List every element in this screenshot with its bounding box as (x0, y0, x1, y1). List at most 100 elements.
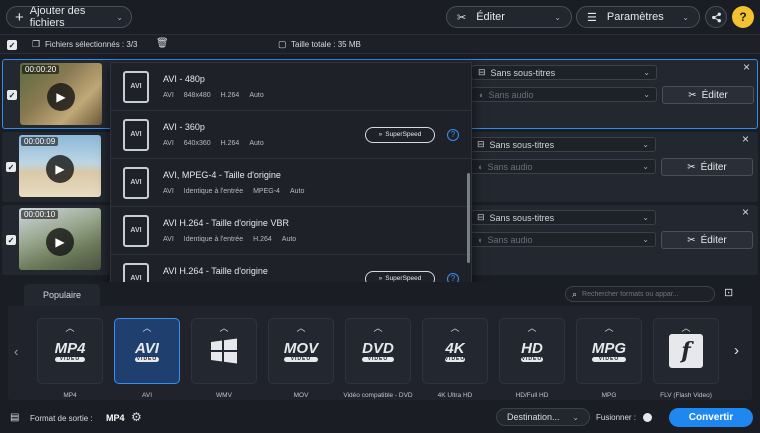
play-icon[interactable]: ▶ (46, 155, 74, 183)
format-tile[interactable]: ︿ DVD VIDEO (345, 318, 411, 384)
edit-toolbar-button[interactable]: ✂ Éditer ⌄ (446, 6, 572, 28)
subtitles-icon: ⊟ (477, 212, 485, 222)
add-format-icon[interactable]: ⊡ (724, 286, 733, 299)
format-tile-avi[interactable]: ︿ AVI VIDEO AVI (112, 318, 182, 399)
preset-title: AVI - 360p (163, 122, 205, 132)
chevron-up-icon[interactable]: ︿ (654, 321, 718, 334)
tab-popular[interactable]: Populaire (24, 284, 100, 306)
edit-file-button[interactable]: ✂ Éditer (662, 86, 754, 104)
video-thumbnail[interactable]: 00:00:10 ▶ (19, 208, 101, 270)
preset-item[interactable]: AVI AVI H.264 - Taille d'origine VBR AVI… (111, 207, 471, 255)
chevron-down-icon: ⌄ (643, 90, 650, 99)
video-file-icon: AVI (123, 70, 149, 103)
chevron-left-icon[interactable]: ‹ (14, 344, 18, 359)
preset-specs: AVI 640x360 H.264 Auto (163, 140, 264, 147)
video-thumbnail[interactable]: 00:00:09 ▶ (19, 135, 101, 197)
format-tile-mpg[interactable]: ︿ MPG VIDEO MPG (574, 318, 644, 399)
chevron-up-icon[interactable]: ︿ (38, 321, 102, 334)
chevron-up-icon[interactable]: ︿ (192, 321, 256, 334)
format-tile-4k-ultra-hd[interactable]: ︿ 4K VIDEO 4K Ultra HD (420, 318, 490, 399)
format-tile[interactable]: ︿ MOV VIDEO (268, 318, 334, 384)
search-field[interactable]: ⌕ (565, 286, 715, 302)
format-tile-flv-flash-video-[interactable]: ︿ f FLV (Flash Video) (651, 318, 721, 399)
preset-item[interactable]: AVI AVI, MPEG-4 - Taille d'origine AVI Id… (111, 159, 471, 207)
chevron-up-icon[interactable]: ︿ (346, 321, 410, 334)
play-icon[interactable]: ▶ (46, 228, 74, 256)
format-tile[interactable]: ︿ MP4 VIDEO (37, 318, 103, 384)
subtitles-select[interactable]: ⊟ Sans sous-titres ⌄ (470, 210, 656, 225)
format-tile-mp4[interactable]: ︿ MP4 VIDEO MP4 (35, 318, 105, 399)
search-icon: ⌕ (572, 288, 578, 299)
superspeed-badge[interactable]: » SuperSpeed (365, 126, 435, 143)
format-tile-hd-full-hd[interactable]: ︿ HD VIDEO HD/Full HD (497, 318, 567, 399)
chevron-right-icon[interactable]: › (734, 342, 739, 359)
format-tile[interactable]: ︿ AVI VIDEO (114, 318, 180, 384)
settings-button[interactable]: ☰ Paramètres ⌄ (576, 6, 700, 28)
audio-select[interactable]: ◖ Sans audio ⌄ (470, 159, 656, 174)
share-button[interactable] (705, 6, 727, 28)
chevron-down-icon: ⌄ (642, 140, 649, 149)
convert-button[interactable]: Convertir (669, 408, 753, 427)
subtitles-select[interactable]: ⊟ Sans sous-titres ⌄ (471, 65, 657, 80)
format-tile-vid-o-compatible-dvd[interactable]: ︿ DVD VIDEO Vidéo compatible - DVD (343, 318, 413, 399)
remove-file-icon[interactable]: × (743, 60, 750, 74)
format-logo: MPG VIDEO (591, 339, 627, 362)
format-logo: 4K VIDEO (444, 339, 466, 362)
format-tile[interactable]: ︿ HD VIDEO (499, 318, 565, 384)
select-all-checkbox[interactable]: ✓ (7, 40, 17, 50)
scrollbar[interactable] (467, 173, 470, 263)
preset-item[interactable]: AVI AVI - 480p AVI 848x480 H.264 Auto (111, 63, 471, 111)
format-logo: MOV VIDEO (283, 339, 319, 362)
settings-icon: ☰ (587, 11, 597, 24)
chevron-down-icon: ⌄ (116, 12, 123, 22)
search-input[interactable] (582, 290, 703, 298)
chevron-up-icon[interactable]: ︿ (423, 321, 487, 334)
superspeed-icon: » (378, 275, 383, 282)
gear-icon[interactable]: ⚙ (131, 410, 142, 424)
preset-item[interactable]: AVI AVI - 360p AVI 640x360 H.264 Auto » Supe… (111, 111, 471, 159)
chevron-up-icon[interactable]: ︿ (115, 321, 179, 334)
help-button[interactable]: ? (732, 6, 754, 28)
format-tile-mov[interactable]: ︿ MOV VIDEO MOV (266, 318, 336, 399)
edit-file-button[interactable]: ✂ Éditer (661, 158, 753, 176)
video-file-icon: AVI (123, 166, 149, 199)
preset-specs: AVIIdentique à l'entréeH.264Auto (163, 236, 297, 243)
help-icon[interactable]: ? (447, 128, 459, 141)
file-checkbox[interactable]: ✓ (7, 90, 17, 100)
chevron-up-icon[interactable]: ︿ (500, 321, 564, 334)
format-logo: AVI VIDEO (135, 339, 159, 362)
file-checkbox[interactable]: ✓ (6, 162, 16, 172)
preset-title: AVI, MPEG-4 - Taille d'origine (163, 170, 281, 180)
remove-file-icon[interactable]: × (742, 132, 749, 146)
format-tile[interactable]: ︿ f (653, 318, 719, 384)
destination-button[interactable]: Destination... ⌄ (496, 408, 590, 426)
play-icon[interactable]: ▶ (47, 83, 75, 111)
trash-icon[interactable]: 🗑 (156, 38, 169, 49)
tools-icon: ✂ (688, 89, 697, 101)
windows-icon (211, 338, 237, 364)
chevron-down-icon: ⌄ (642, 235, 649, 244)
subtitles-icon: ⊟ (478, 67, 486, 77)
edit-file-button[interactable]: ✂ Éditer (661, 231, 753, 249)
video-thumbnail[interactable]: 00:00:20 ▶ (20, 63, 102, 125)
chevron-up-icon[interactable]: ︿ (269, 321, 333, 334)
format-tile[interactable]: ︿ (191, 318, 257, 384)
file-checkbox[interactable]: ✓ (6, 235, 16, 245)
format-tile-wmv[interactable]: ︿ WMV (189, 318, 259, 399)
preset-title: AVI H.264 - Taille d'origine VBR (163, 218, 289, 228)
flash-icon: f (669, 334, 703, 368)
add-files-button[interactable]: + Ajouter des fichiers ⌄ (6, 5, 132, 29)
chevron-down-icon: ⌄ (642, 162, 649, 171)
subtitles-select[interactable]: ⊟ Sans sous-titres ⌄ (470, 137, 656, 152)
remove-file-icon[interactable]: × (742, 205, 749, 219)
audio-select[interactable]: ◖ Sans audio ⌄ (471, 87, 657, 102)
audio-select[interactable]: ◖ Sans audio ⌄ (470, 232, 656, 247)
preset-specs: AVI Identique à l'entrée MPEG-4 Auto (163, 188, 305, 195)
output-format-value: MP4 (106, 413, 125, 423)
chevron-down-icon: ⌄ (642, 213, 649, 222)
merge-toggle[interactable] (643, 413, 652, 422)
chevron-up-icon[interactable]: ︿ (577, 321, 641, 334)
total-size: Taille totale : 35 MB (291, 40, 361, 49)
format-tile[interactable]: ︿ 4K VIDEO (422, 318, 488, 384)
format-tile[interactable]: ︿ MPG VIDEO (576, 318, 642, 384)
